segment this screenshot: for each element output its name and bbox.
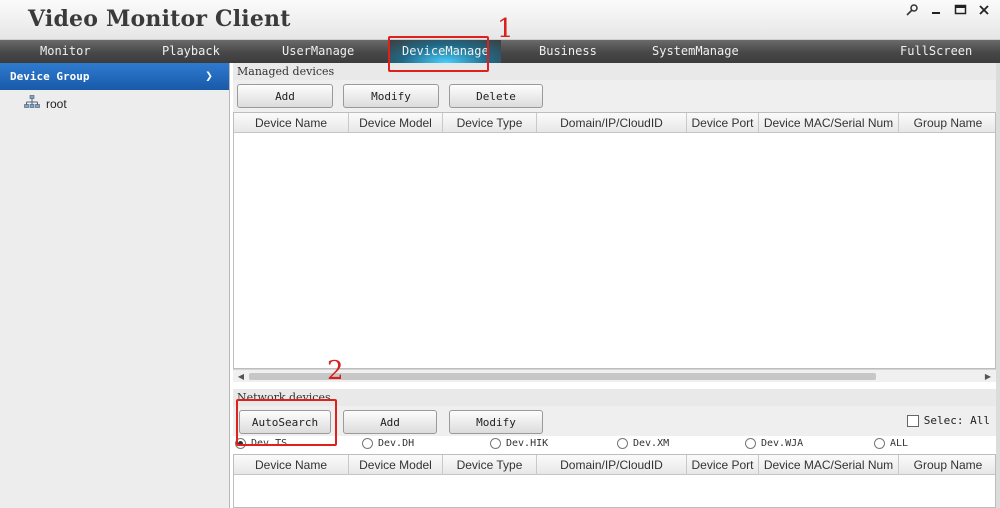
minimize-icon[interactable] — [926, 2, 946, 18]
managed-add-button[interactable]: Add — [237, 84, 333, 108]
column-header[interactable]: Device MAC/Serial Num — [759, 113, 899, 133]
radio-icon[interactable] — [490, 438, 501, 449]
network-devices-table[interactable]: Device Name Device Model Device Type Dom… — [233, 454, 996, 508]
managed-devices-table[interactable]: Device Name Device Model Device Type Dom… — [233, 112, 996, 369]
autosearch-button[interactable]: AutoSearch — [239, 410, 331, 434]
column-header[interactable]: Device Type — [443, 113, 537, 133]
radio-icon[interactable] — [745, 438, 756, 449]
chevron-right-icon[interactable]: ❯ — [205, 63, 213, 90]
radio-dev-xm[interactable]: Dev.XM — [617, 438, 669, 449]
radio-label: Dev.WJA — [761, 438, 804, 449]
device-group-sidebar: Device Group ❯ root — [0, 63, 230, 508]
radio-label: Dev.HIK — [506, 438, 549, 449]
radio-label: ALL — [890, 438, 909, 449]
pin-icon[interactable] — [902, 2, 922, 18]
radio-icon[interactable] — [874, 438, 885, 449]
menu-fullscreen[interactable]: FullScreen — [900, 40, 972, 63]
scroll-right-icon[interactable]: ▶ — [981, 370, 995, 383]
column-header[interactable]: Device Model — [349, 113, 443, 133]
column-header[interactable]: Domain/IP/CloudID — [537, 113, 687, 133]
column-header[interactable]: Domain/IP/CloudID — [537, 455, 687, 475]
radio-dev-hik[interactable]: Dev.HIK — [490, 438, 548, 449]
radio-label: Dev.XM — [633, 438, 670, 449]
managed-table-header: Device Name Device Model Device Type Dom… — [234, 113, 995, 133]
device-group-header[interactable]: Device Group ❯ — [0, 63, 229, 90]
column-header[interactable]: Device Port — [687, 455, 759, 475]
close-icon[interactable] — [974, 2, 994, 18]
network-icon — [24, 95, 40, 112]
managed-modify-button[interactable]: Modify — [343, 84, 439, 108]
device-group-title: Device Group — [10, 70, 90, 83]
menu-devicemanage[interactable]: DeviceManage — [390, 40, 501, 63]
network-toolbar: AutoSearch Add Modify — [233, 406, 996, 436]
menu-usermanage[interactable]: UserManage — [282, 40, 354, 63]
managed-horizontal-scrollbar[interactable]: ◀ ▶ — [233, 369, 996, 382]
menu-systemmanage[interactable]: SystemManage — [652, 40, 739, 63]
managed-devices-label: Managed devices — [233, 63, 996, 80]
column-header[interactable]: Device Name — [234, 455, 349, 475]
column-header[interactable]: Device Port — [687, 113, 759, 133]
radio-icon[interactable] — [362, 438, 373, 449]
menu-business[interactable]: Business — [539, 40, 597, 63]
checkbox-box[interactable] — [906, 414, 919, 427]
managed-toolbar: Add Modify Delete — [233, 80, 996, 112]
column-header[interactable]: Device Model — [349, 455, 443, 475]
radio-label: Dev.DH — [378, 438, 415, 449]
tree-item-label: root — [46, 96, 67, 111]
tree-item-root[interactable]: root — [24, 95, 67, 112]
column-header[interactable]: Device Type — [443, 455, 537, 475]
annotation-number-2: 2 — [327, 356, 344, 386]
network-modify-button[interactable]: Modify — [449, 410, 543, 434]
network-devices-label: Network devices — [233, 389, 996, 406]
device-type-filter: Dev.TS Dev.DH Dev.HIK Dev.XM Dev.WJA ALL — [233, 436, 996, 454]
window-edge — [996, 63, 1000, 508]
network-add-button[interactable]: Add — [343, 410, 437, 434]
network-table-header: Device Name Device Model Device Type Dom… — [234, 455, 995, 475]
column-header[interactable]: Group Name — [899, 455, 995, 475]
column-header[interactable]: Device Name — [234, 113, 349, 133]
radio-all[interactable]: ALL — [874, 438, 908, 449]
radio-dev-ts[interactable]: Dev.TS — [235, 438, 287, 449]
menu-playback[interactable]: Playback — [162, 40, 220, 63]
radio-dev-wja[interactable]: Dev.WJA — [745, 438, 803, 449]
column-header[interactable]: Group Name — [899, 113, 995, 133]
window-controls — [902, 2, 994, 18]
radio-icon[interactable] — [617, 438, 628, 449]
radio-selected-icon[interactable] — [235, 438, 246, 449]
column-header[interactable]: Device MAC/Serial Num — [759, 455, 899, 475]
radio-dev-dh[interactable]: Dev.DH — [362, 438, 414, 449]
select-all-label: Selec: All — [923, 414, 990, 427]
radio-label: Dev.TS — [251, 438, 288, 449]
app-title: Video Monitor Client — [28, 6, 291, 32]
managed-delete-button[interactable]: Delete — [449, 84, 543, 108]
maximize-icon[interactable] — [950, 2, 970, 18]
scroll-left-icon[interactable]: ◀ — [234, 370, 248, 383]
menu-monitor[interactable]: Monitor — [40, 40, 91, 63]
select-all-checkbox[interactable]: Selec: All — [906, 414, 990, 427]
annotation-number-1: 1 — [497, 14, 514, 44]
